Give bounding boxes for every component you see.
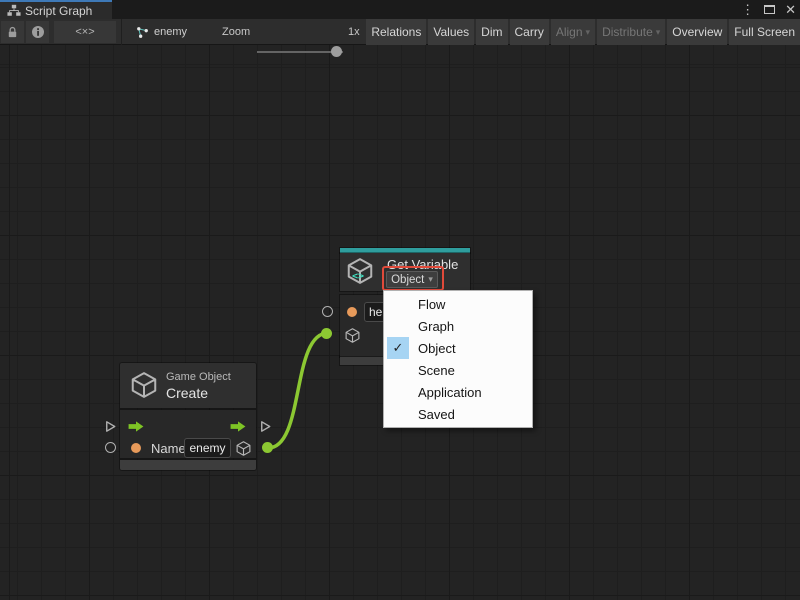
create-footer [120, 460, 256, 470]
info-button[interactable] [26, 21, 49, 43]
name-input-port[interactable] [131, 443, 141, 453]
window-menu-icon[interactable]: ⋮ [741, 3, 754, 16]
name-input-port[interactable] [347, 307, 357, 317]
close-icon[interactable]: ✕ [785, 3, 796, 16]
toolbar-divider [121, 19, 122, 45]
name-value-field[interactable] [184, 438, 231, 458]
chevron-down-icon: ▾ [656, 27, 661, 38]
node-title: Create [166, 385, 208, 401]
graph-network-icon [136, 26, 149, 39]
value-input-port[interactable] [322, 306, 333, 317]
tab-script-graph[interactable]: Script Graph [0, 0, 112, 19]
tab-bar: Script Graph ⋮ ✕ [0, 0, 800, 19]
full-screen-button[interactable]: Full Screen [729, 19, 800, 45]
maximize-icon[interactable] [764, 5, 775, 14]
flow-in-arrow-icon[interactable] [126, 420, 146, 433]
menu-item-scene[interactable]: Scene [384, 359, 532, 381]
carry-button[interactable]: Carry [510, 19, 549, 45]
value-input-port[interactable] [105, 442, 116, 453]
scope-context-menu: Flow Graph ✓ Object Scene Application Sa… [383, 290, 533, 428]
menu-item-flow[interactable]: Flow [384, 293, 532, 315]
node-category: Game Object [166, 371, 231, 383]
flow-out-arrow-icon[interactable] [228, 420, 248, 433]
object-input-port-connected[interactable] [321, 328, 332, 339]
align-button[interactable]: Align ▾ [551, 19, 595, 45]
selection-highlight [382, 266, 444, 291]
menu-item-saved[interactable]: Saved [384, 403, 532, 425]
menu-item-graph[interactable]: Graph [384, 315, 532, 337]
toolbar-right-buttons: Relations Values Dim Carry Align ▾ Distr… [366, 19, 800, 45]
create-body: Name [120, 410, 256, 458]
graph-name: enemy [154, 26, 187, 38]
menu-item-application[interactable]: Application [384, 381, 532, 403]
zoom-value: 1x [348, 26, 360, 38]
zoom-label: Zoom [222, 26, 250, 38]
create-header[interactable]: Game Object Create [120, 363, 256, 408]
script-graph-window: Script Graph ⋮ ✕ <×> [0, 0, 800, 600]
code-toggle-button[interactable]: <×> [54, 21, 116, 43]
object-output-port-connected[interactable] [262, 442, 273, 453]
graph-tree-icon [7, 4, 21, 17]
code-icon: <×> [75, 26, 94, 38]
values-button[interactable]: Values [428, 19, 474, 45]
lock-button[interactable] [1, 21, 24, 43]
distribute-button[interactable]: Distribute ▾ [597, 19, 665, 45]
overview-button[interactable]: Overview [667, 19, 727, 45]
object-target-cube-icon [344, 327, 361, 344]
flow-output-port[interactable] [258, 419, 273, 434]
game-object-output-cube-icon [235, 440, 252, 457]
menu-item-object[interactable]: ✓ Object [384, 337, 532, 359]
flow-input-port[interactable] [103, 419, 118, 434]
checkmark-icon: ✓ [387, 337, 409, 359]
lock-icon [6, 26, 19, 39]
chevron-down-icon: ▾ [586, 27, 591, 38]
zoom-slider-knob[interactable] [331, 46, 342, 57]
graph-breadcrumb[interactable]: enemy [136, 19, 187, 45]
tab-title: Script Graph [25, 4, 92, 18]
dim-button[interactable]: Dim [476, 19, 507, 45]
info-icon [31, 25, 45, 39]
name-port-label: Name [151, 441, 186, 456]
game-object-cube-icon [129, 370, 159, 400]
variable-code-glyph: <> [352, 271, 364, 282]
relations-button[interactable]: Relations [366, 19, 426, 45]
